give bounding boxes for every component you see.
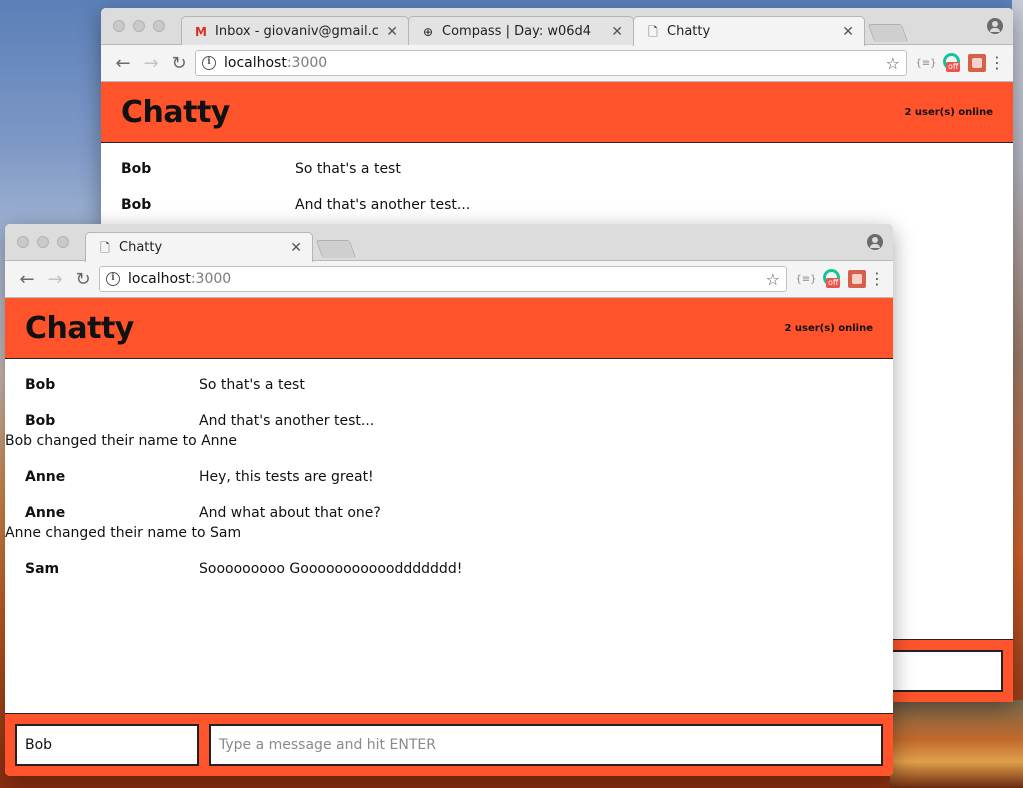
gmail-icon: M [195, 24, 207, 39]
message-username: Bob [25, 413, 56, 429]
photo-extension-icon[interactable] [848, 270, 866, 288]
tab-strip: 🗋 Chatty ✕ [5, 224, 893, 262]
window-controls [17, 236, 69, 248]
back-arrow-icon[interactable]: ← [109, 53, 137, 74]
message-content: And what about that one? [199, 505, 381, 521]
tab-title: Chatty [119, 240, 163, 255]
window-controls [113, 20, 165, 32]
profile-icon[interactable] [867, 234, 883, 250]
bookmark-star-icon[interactable]: ☆ [766, 270, 780, 289]
grammarly-extension-icon[interactable]: off [822, 269, 842, 289]
back-arrow-icon[interactable]: ← [13, 269, 41, 290]
message-username: Bob [25, 377, 56, 393]
info-icon[interactable]: i [202, 56, 216, 70]
close-icon[interactable]: ✕ [290, 240, 302, 256]
url-port: :3000 [190, 271, 232, 287]
message-content: Sooooooooo Goooooooooooddddddd! [199, 561, 463, 577]
compass-icon: ⊕ [422, 24, 434, 39]
menu-kebab-icon[interactable]: ⋮ [869, 271, 885, 287]
grammarly-extension-icon[interactable]: off [942, 53, 962, 73]
message: Sam Sooooooooo Goooooooooooddddddd! [5, 551, 893, 587]
message-username: Sam [25, 561, 60, 577]
reload-icon[interactable]: ↻ [69, 269, 97, 290]
message-content: And that's another test... [199, 413, 375, 429]
message-content: So that's a test [199, 377, 305, 393]
brand-title[interactable]: Chatty [121, 95, 230, 130]
username-input[interactable]: Bob [15, 724, 199, 766]
brand-title[interactable]: Chatty [25, 311, 134, 346]
users-online-count: 2 user(s) online [784, 322, 873, 334]
maximize-window-button[interactable] [57, 236, 69, 248]
forward-arrow-icon[interactable]: → [137, 53, 165, 74]
message-list: Bob So that's a test Bob And that's anot… [101, 143, 1013, 223]
message: Bob So that's a test [101, 151, 1013, 187]
message: Bob So that's a test [5, 367, 893, 403]
navbar: Chatty 2 user(s) online [101, 82, 1013, 143]
minimize-window-button[interactable] [37, 236, 49, 248]
url-host: localhost [128, 271, 191, 287]
menu-kebab-icon[interactable]: ⋮ [989, 55, 1005, 71]
forward-arrow-icon[interactable]: → [41, 269, 69, 290]
message-content: And that's another test... [295, 197, 471, 213]
json-viewer-extension-icon[interactable]: {≡} [913, 58, 939, 69]
system-notification: Bob changed their name to Anne [5, 433, 238, 449]
tab-strip: M Inbox - giovaniv@gmail.com - G ✕ ⊕ Com… [101, 8, 1013, 46]
chatbar: Bob Type a message and hit ENTER [5, 713, 893, 776]
desktop-wallpaper [1012, 0, 1023, 788]
url-host: localhost [224, 55, 287, 71]
tab-title: Inbox - giovaniv@gmail.com - G [215, 24, 379, 39]
message-username: Anne [25, 469, 66, 485]
info-icon[interactable]: i [106, 272, 120, 286]
message: Bob And that's another test... [101, 187, 1013, 223]
tab-chatty[interactable]: 🗋 Chatty ✕ [85, 232, 313, 262]
tab-inbox[interactable]: M Inbox - giovaniv@gmail.com - G ✕ [181, 16, 409, 46]
message-username: Bob [121, 161, 152, 177]
message-content: So that's a test [295, 161, 401, 177]
reload-icon[interactable]: ↻ [165, 53, 193, 74]
message-username: Bob [121, 197, 152, 213]
new-tab-button[interactable] [867, 24, 909, 42]
close-icon[interactable]: ✕ [386, 24, 398, 40]
tab-title: Compass | Day: w06d4 [442, 24, 592, 39]
browser-window-front: 🗋 Chatty ✕ ← → ↻ i localhost:3000 ☆ {≡} … [5, 224, 893, 776]
browser-toolbar: ← → ↻ i localhost:3000 ☆ {≡} off ⋮ [5, 261, 893, 298]
bookmark-star-icon[interactable]: ☆ [886, 54, 900, 73]
desktop-wallpaper [890, 700, 1023, 788]
tab-compass[interactable]: ⊕ Compass | Day: w06d4 ✕ [408, 16, 634, 46]
close-window-button[interactable] [113, 20, 125, 32]
chatty-app: Chatty 2 user(s) online Bob So that's a … [5, 298, 893, 776]
tab-chatty[interactable]: 🗋 Chatty ✕ [633, 16, 865, 46]
address-bar[interactable]: i localhost:3000 ☆ [99, 266, 787, 292]
close-icon[interactable]: ✕ [842, 24, 854, 40]
users-online-count: 2 user(s) online [904, 106, 993, 118]
message-list: Bob So that's a test Bob And that's anot… [5, 359, 893, 587]
close-window-button[interactable] [17, 236, 29, 248]
profile-icon[interactable] [987, 18, 1003, 34]
navbar: Chatty 2 user(s) online [5, 298, 893, 359]
message-input[interactable]: Type a message and hit ENTER [209, 724, 883, 766]
close-icon[interactable]: ✕ [611, 24, 623, 40]
minimize-window-button[interactable] [133, 20, 145, 32]
url-port: :3000 [286, 55, 328, 71]
new-tab-button[interactable] [315, 240, 357, 258]
address-bar[interactable]: i localhost:3000 ☆ [195, 50, 907, 76]
photo-extension-icon[interactable] [968, 54, 986, 72]
message-username: Anne [25, 505, 66, 521]
browser-toolbar: ← → ↻ i localhost:3000 ☆ {≡} off ⋮ [101, 45, 1013, 82]
message-content: Hey, this tests are great! [199, 469, 374, 485]
document-icon: 🗋 [648, 24, 658, 39]
tab-title: Chatty [667, 24, 711, 39]
maximize-window-button[interactable] [153, 20, 165, 32]
system-notification: Anne changed their name to Sam [5, 525, 242, 541]
document-icon: 🗋 [100, 240, 110, 255]
message: Anne Hey, this tests are great! [5, 459, 893, 495]
json-viewer-extension-icon[interactable]: {≡} [793, 274, 819, 285]
